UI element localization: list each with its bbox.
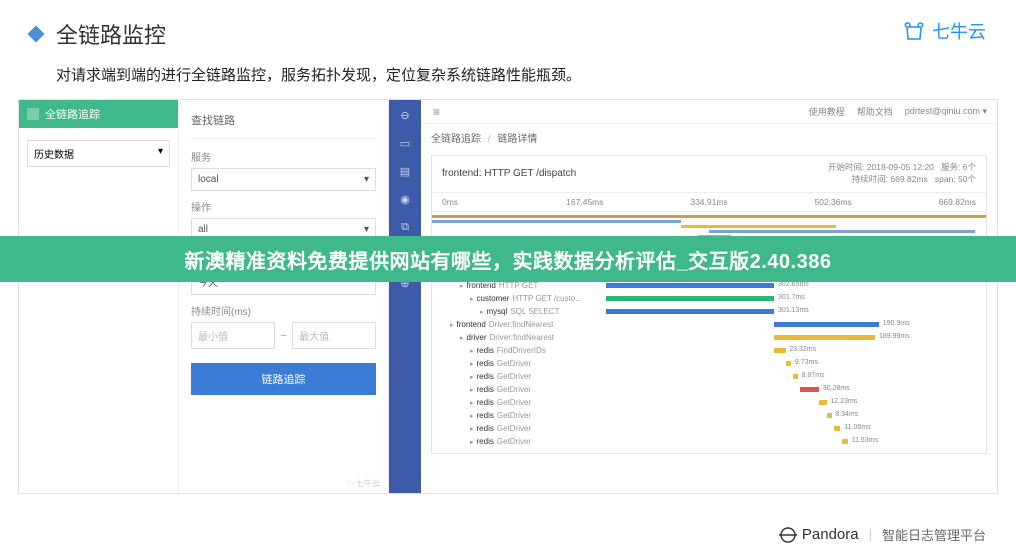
crumb-root[interactable]: 全链路追踪: [431, 134, 481, 145]
pandora-logo: Pandora: [779, 526, 859, 544]
nav-rail: ⊖ ▭ ▤ ◉ ⧉ ⊞ ⊕ ☁ 七牛云: [389, 100, 421, 493]
range-separator: –: [281, 330, 287, 341]
footer: Pandora | 智能日志管理平台: [779, 525, 986, 544]
span-row[interactable]: ▸redisGetDriver9.73ms: [436, 358, 980, 370]
nav-icon[interactable]: ⧉: [398, 220, 412, 234]
duration-min-input[interactable]: 最小值: [191, 322, 275, 349]
service-label: 服务: [191, 149, 376, 164]
footer-tagline: 智能日志管理平台: [882, 525, 986, 544]
menu-icon[interactable]: ≡: [433, 105, 440, 119]
watermark: ☁ 七牛云: [955, 476, 989, 487]
span-row[interactable]: ▸redisGetDriver12.23ms: [436, 397, 980, 409]
operation-label: 操作: [191, 199, 376, 214]
chevron-down-icon: ▾: [364, 224, 369, 235]
span-row[interactable]: ▸redisGetDriver11.06ms: [436, 423, 980, 435]
span-row[interactable]: ▸customerHTTP GET /custo...301.7ms: [436, 293, 980, 305]
tutorial-link[interactable]: 使用教程: [809, 105, 845, 118]
span-row[interactable]: ▸redisFindDriverIDs23.32ms: [436, 345, 980, 357]
nav-icon[interactable]: ▤: [398, 164, 412, 178]
app-screenshot: 全链路追踪 历史数据 ▾ 查找链路 服务 local▾ 操作 all▾ 时间范围…: [18, 99, 998, 494]
duration-label: 持续时间(ms): [191, 303, 376, 318]
logo-icon[interactable]: ⊖: [398, 108, 412, 122]
span-row[interactable]: ▸redisGetDriver30.28ms: [436, 384, 980, 396]
search-panel-title: 查找链路: [191, 108, 376, 139]
trace-title: frontend: HTTP GET /dispatch: [442, 168, 576, 179]
overlay-banner: 新澳精准资料免费提供网站有哪些，实践数据分析评估_交互版2.40.386: [0, 236, 1016, 282]
span-row[interactable]: ▸redisGetDriver11.53ms: [436, 436, 980, 448]
span-row[interactable]: ▸mysqlSQL SELECT301.13ms: [436, 306, 980, 318]
slide-title: 全链路监控: [56, 18, 166, 50]
brand-logo: 七牛云: [902, 18, 986, 44]
time-axis: 0ms167.45ms334.91ms502.36ms669.82ms: [432, 193, 986, 212]
diamond-bullet-icon: [28, 26, 45, 43]
span-row[interactable]: ▸redisGetDriver8.34ms: [436, 410, 980, 422]
span-row[interactable]: ▸driverDriver:findNearest189.99ms: [436, 332, 980, 344]
breadcrumb: 全链路追踪 / 链路详情: [421, 124, 997, 151]
chevron-down-icon: ▾: [158, 146, 163, 161]
trace-search-button[interactable]: 链路追踪: [191, 363, 376, 395]
trace-meta: 开始时间: 2018-09-05 12:20 服务: 6个 持续时间: 669.…: [828, 162, 976, 186]
slide-subtitle: 对请求端到端的进行全链路监控，服务拓扑发现，定位复杂系统链路性能瓶颈。: [0, 58, 1016, 99]
watermark: ☁ 七牛云: [346, 478, 380, 489]
duration-max-input[interactable]: 最大值: [292, 322, 376, 349]
history-select[interactable]: 历史数据 ▾: [27, 140, 170, 167]
user-menu[interactable]: pdrtest@qiniu.com ▾: [905, 106, 987, 117]
crumb-current: 链路详情: [497, 134, 537, 145]
nav-icon[interactable]: ◉: [398, 192, 412, 206]
span-row[interactable]: ▸redisGetDriver8.87ms: [436, 371, 980, 383]
app-icon: [27, 108, 39, 120]
span-row[interactable]: ▸frontendDriver:findNearest190.9ms: [436, 319, 980, 331]
chevron-down-icon: ▾: [364, 174, 369, 185]
service-select[interactable]: local▾: [191, 168, 376, 191]
help-link[interactable]: 帮助文档: [857, 105, 893, 118]
sidebar-header: 全链路追踪: [19, 100, 178, 128]
nav-icon[interactable]: ▭: [398, 136, 412, 150]
